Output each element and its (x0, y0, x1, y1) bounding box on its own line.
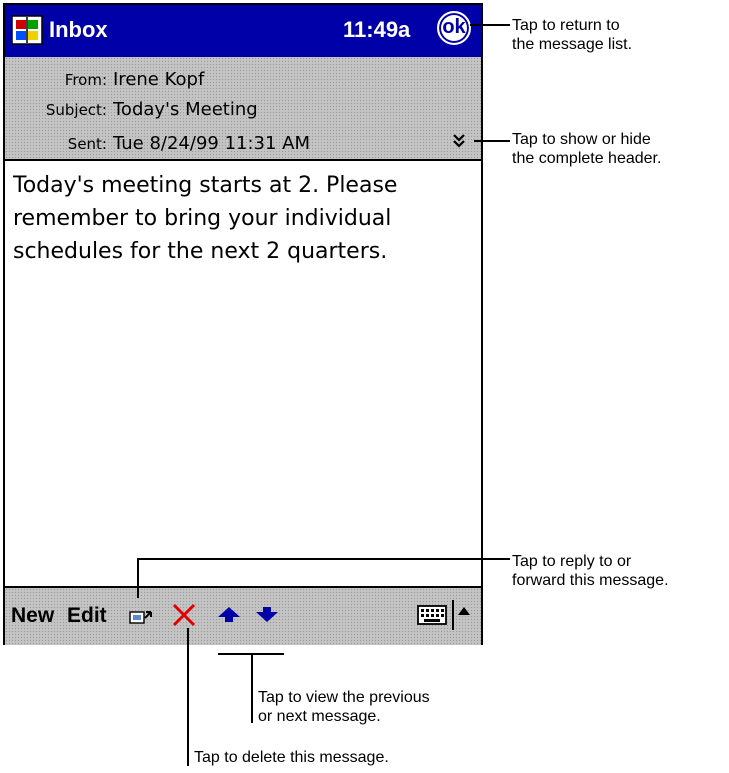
double-chevron-down-icon[interactable] (452, 133, 466, 149)
from-label: From: (64, 71, 107, 89)
callout-text: forward this message. (512, 572, 669, 589)
callout-line-ok (470, 24, 510, 26)
keyboard-icon[interactable] (417, 604, 447, 626)
callout-line-reply-h (137, 558, 510, 560)
callout-text: or next message. (258, 708, 381, 725)
callout-text: the complete header. (512, 150, 662, 167)
callout-delete: Tap to delete this message. (194, 749, 389, 766)
clock[interactable]: 11:49a (343, 17, 410, 43)
message-line: remember to bring your individual (13, 206, 392, 231)
up-arrow-icon[interactable] (217, 606, 241, 624)
message-line: schedules for the next 2 quarters. (13, 239, 388, 264)
delete-x-icon[interactable] (171, 602, 197, 628)
callout-text: Tap to view the previous (258, 689, 430, 706)
app-title: Inbox (49, 17, 108, 42)
reply-forward-icon[interactable] (129, 608, 155, 626)
sent-value: Tue 8/24/99 11:31 AM (113, 133, 311, 154)
sent-label: Sent: (67, 135, 107, 153)
callout-line-header (474, 140, 510, 142)
subject-label: Subject: (45, 101, 107, 119)
callout-line-prevnext-v (251, 653, 253, 723)
windows-flag-icon (11, 15, 43, 45)
subject-value: Today's Meeting (113, 99, 258, 120)
new-menu[interactable]: New (11, 604, 54, 628)
ok-button[interactable]: ok (437, 11, 471, 45)
callout-text: the message list. (512, 36, 633, 53)
callout-reply: Tap to reply to or forward this message. (512, 552, 669, 590)
pocket-pc-screen: Inbox 11:49a ok From: Irene Kopf Subject… (3, 3, 483, 645)
callout-ok: Tap to return to the message list. (512, 16, 632, 54)
message-body[interactable]: Today's meeting starts at 2. Please reme… (13, 169, 473, 268)
callout-line-reply-v (137, 558, 139, 598)
edit-menu[interactable]: Edit (67, 604, 107, 628)
title-bar: Inbox 11:49a ok (5, 5, 481, 57)
callout-text: Tap to show or hide (512, 131, 651, 148)
toolbar-divider (452, 600, 454, 630)
input-panel-arrow-icon[interactable] (457, 606, 471, 616)
callout-header: Tap to show or hide the complete header. (512, 130, 661, 168)
command-bar: New Edit (5, 586, 481, 645)
callout-line-delete (187, 628, 189, 766)
callout-prevnext: Tap to view the previous or next message… (258, 688, 430, 726)
from-value: Irene Kopf (113, 69, 205, 90)
callout-text: Tap to return to (512, 17, 620, 34)
callout-text: Tap to reply to or (512, 553, 632, 570)
down-arrow-icon[interactable] (255, 606, 279, 624)
message-header: From: Irene Kopf Subject: Today's Meetin… (5, 57, 481, 161)
message-line: Today's meeting starts at 2. Please (13, 173, 398, 198)
